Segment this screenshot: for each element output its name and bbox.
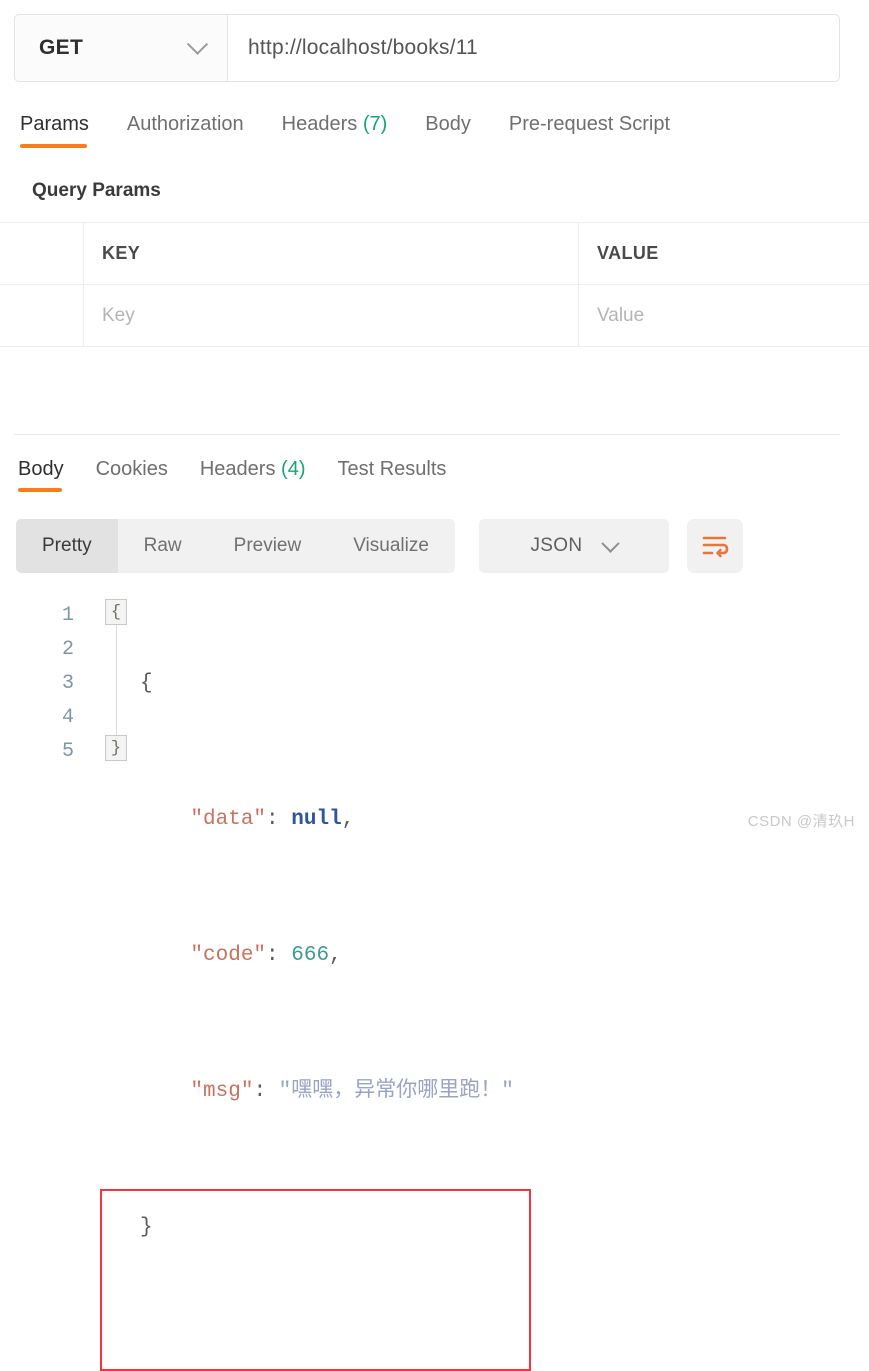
query-params-title: Query Params: [32, 180, 161, 201]
response-tab-cookies[interactable]: Cookies: [96, 458, 168, 492]
tab-pre-request-script-label: Pre-request Script: [508, 113, 671, 135]
code-brace-open: {: [140, 672, 153, 695]
tab-params[interactable]: Params: [20, 113, 89, 148]
tab-pre-request-script[interactable]: Pre-request Script: [509, 113, 670, 148]
code-brace-close: }: [140, 1216, 153, 1239]
format-mode-visualize[interactable]: Visualize: [327, 519, 455, 573]
response-tab-headers-label: Headers: [199, 458, 276, 480]
request-tabs: Params Authorization Headers (7) Body Pr…: [20, 113, 708, 148]
tab-authorization-label: Authorization: [126, 113, 244, 135]
code-value-msg: "嘿嘿，异常你哪里跑！": [278, 1080, 514, 1103]
response-tab-test-results-label: Test Results: [337, 458, 447, 480]
tab-headers-label: Headers: [281, 113, 358, 135]
code-separator: :: [266, 944, 292, 967]
tab-authorization[interactable]: Authorization: [127, 113, 244, 148]
response-tab-headers[interactable]: Headers (4): [200, 458, 306, 492]
code-key-data: "data": [190, 808, 267, 831]
code-line: "data": null,: [140, 803, 514, 837]
code-line: }: [140, 1211, 514, 1245]
response-tab-cookies-label: Cookies: [95, 458, 168, 480]
response-tab-body-label: Body: [18, 458, 64, 480]
row-key-input[interactable]: Key: [84, 285, 579, 346]
wrap-lines-button[interactable]: [686, 519, 743, 573]
table-row: Key Value: [0, 285, 869, 346]
response-body-viewer: 1 2 3 4 5 { } { "data": null, "code": 66…: [0, 592, 869, 1371]
request-url-bar: GET http://localhost/books/11: [14, 14, 840, 82]
format-mode-visualize-label: Visualize: [353, 535, 429, 556]
code-separator: :: [253, 1080, 279, 1103]
tab-params-label: Params: [20, 113, 89, 135]
code-key-msg: "msg": [190, 1080, 254, 1103]
format-mode-group: Pretty Raw Preview Visualize: [16, 519, 455, 573]
fold-marker-open[interactable]: {: [105, 599, 127, 625]
url-text: http://localhost/books/11: [248, 36, 478, 59]
fold-marker-close[interactable]: }: [105, 735, 127, 761]
code-line: "code": 666,: [140, 939, 514, 973]
response-tab-body[interactable]: Body: [18, 458, 64, 492]
code-comma: ,: [329, 944, 342, 967]
code-line: {: [140, 667, 514, 701]
http-method-select[interactable]: GET: [15, 15, 228, 81]
http-method-label: GET: [39, 36, 84, 59]
line-number: 2: [61, 638, 74, 661]
response-tab-headers-count: (4): [281, 458, 306, 480]
tab-headers-count: (7): [362, 113, 388, 135]
line-number-gutter: 1 2 3 4 5: [0, 592, 92, 769]
response-tab-test-results[interactable]: Test Results: [337, 458, 446, 492]
header-key-label: KEY: [102, 243, 141, 263]
header-value-cell: VALUE: [579, 223, 869, 284]
watermark: CSDN @清玖H: [747, 813, 855, 830]
row-value-placeholder: Value: [597, 304, 645, 326]
header-key-cell: KEY: [84, 223, 579, 284]
query-params-table: KEY VALUE Key Value: [0, 222, 869, 347]
tab-body[interactable]: Body: [425, 113, 471, 148]
format-mode-raw-label: Raw: [143, 535, 182, 556]
chevron-down-icon: [186, 33, 209, 55]
code-separator: :: [266, 808, 292, 831]
url-input[interactable]: http://localhost/books/11: [228, 15, 839, 81]
format-mode-preview[interactable]: Preview: [208, 519, 328, 573]
format-mode-raw[interactable]: Raw: [118, 519, 208, 573]
tab-body-label: Body: [425, 113, 471, 135]
fold-connector-line: [116, 625, 117, 741]
code-content[interactable]: { "data": null, "code": 666, "msg": "嘿嘿，…: [140, 599, 514, 1313]
line-number: 4: [61, 706, 74, 729]
code-comma: ,: [341, 808, 355, 831]
format-mode-pretty-label: Pretty: [42, 535, 92, 556]
response-format-toolbar: Pretty Raw Preview Visualize JSON: [16, 519, 743, 573]
response-language-label: JSON: [530, 535, 583, 556]
response-divider: [14, 434, 840, 435]
line-number: 1: [61, 604, 74, 627]
table-header-row: KEY VALUE: [0, 223, 869, 285]
response-language-select[interactable]: JSON: [478, 519, 669, 573]
line-number: 5: [61, 740, 74, 763]
row-value-input[interactable]: Value: [579, 285, 869, 346]
code-line: "msg": "嘿嘿，异常你哪里跑！": [140, 1075, 514, 1109]
chevron-down-icon: [601, 533, 621, 553]
line-number: 3: [61, 672, 74, 695]
tab-headers[interactable]: Headers (7): [282, 113, 388, 148]
row-key-placeholder: Key: [102, 304, 135, 326]
format-mode-pretty[interactable]: Pretty: [16, 519, 118, 573]
response-tabs: Body Cookies Headers (4) Test Results: [18, 458, 478, 492]
code-key-code: "code": [190, 944, 267, 967]
code-value-code: 666: [291, 944, 330, 967]
row-checkbox-cell[interactable]: [0, 285, 84, 346]
wrap-lines-icon: [702, 536, 729, 558]
header-value-label: VALUE: [597, 243, 659, 263]
format-mode-preview-label: Preview: [233, 535, 302, 556]
header-checkbox-cell: [0, 223, 84, 284]
code-value-data: null: [291, 808, 342, 831]
